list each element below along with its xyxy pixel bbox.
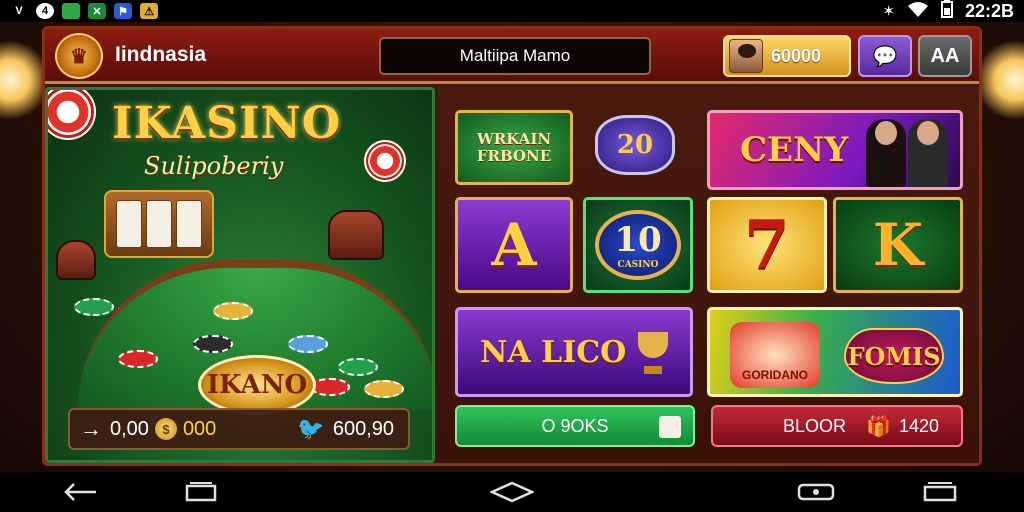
right-lamp [975, 40, 1024, 120]
chip-icon [364, 140, 406, 182]
chip-green [338, 358, 378, 376]
game-tile-wrkain[interactable]: WRKAIN FRBONE [455, 110, 573, 185]
chair-left [56, 240, 96, 280]
featured-subtitle: Sulipoberiy [144, 152, 284, 180]
tag-icon [659, 416, 681, 438]
app-4-icon: 4 [36, 3, 54, 19]
stat-value-1: 0,00 [110, 417, 149, 440]
chair-right [328, 210, 384, 260]
app-v-icon: V [15, 5, 23, 17]
app-game-icon [62, 3, 80, 19]
game-tile-20[interactable]: 20 [595, 115, 675, 175]
game-tile-k[interactable]: K [833, 197, 963, 293]
window-icon[interactable] [922, 480, 958, 510]
coin-icon: $ [154, 418, 177, 440]
fomis-title: FOMIS [844, 328, 944, 384]
ten-ring: 10 CASINO [595, 210, 681, 280]
game-tile-10[interactable]: 10 CASINO [583, 197, 693, 293]
game-tile-fomis[interactable]: GORIDANO FOMIS [707, 307, 963, 397]
app-warning-icon: ⚠ [140, 3, 158, 19]
hosts-image [862, 115, 952, 187]
game-tile-7[interactable]: 7 [707, 197, 827, 293]
back-icon[interactable] [64, 480, 98, 510]
ceny-title: CENY [740, 130, 849, 170]
featured-stats-bar[interactable]: → 0,00 $ 000 🐦 600,90 [68, 408, 410, 450]
stat-value-3: 600,90 [332, 417, 394, 440]
chat-icon: 💬 [872, 45, 898, 68]
reel [116, 200, 142, 248]
person [866, 119, 906, 187]
kano-badge: IKANO [198, 355, 316, 415]
ten-value: 10 [614, 220, 662, 260]
status-bar: V 4 ✕ ⚑ ⚠ ✶ 22:2B [0, 0, 1024, 22]
game-grid: WRKAIN FRBONE 20 CENY A 10 CASINO 7 K NA… [437, 87, 979, 463]
trophy-icon [638, 332, 668, 378]
reel [176, 200, 202, 248]
bird-icon: 🐦 [297, 416, 325, 441]
chip-blue [288, 335, 328, 353]
slot-machine-icon [104, 190, 214, 258]
featured-casino-panel[interactable]: IKASINO Sulipoberiy IKANO → 0,00 $ 000 🐦… [45, 87, 435, 463]
clock: 22:2B [964, 0, 1014, 21]
game-tile-a[interactable]: A [455, 197, 573, 293]
bloor-label: BLOOR [783, 415, 847, 436]
stat-value-2: 000 [182, 417, 217, 440]
game-tile-ceny[interactable]: CENY [707, 110, 963, 190]
cake-label: GORIDANO [730, 322, 820, 388]
books-label: O 9OKS [541, 415, 609, 436]
wifi-icon [907, 1, 929, 21]
bluetooth-off-icon: ✶ [882, 3, 895, 20]
bloor-button[interactable]: BLOOR 🎁 1420 [711, 405, 963, 447]
recents-icon[interactable] [184, 480, 218, 510]
chip-red [310, 378, 350, 396]
battery-icon [940, 0, 953, 22]
ten-subtitle: CASINO [617, 260, 659, 270]
chat-button[interactable]: 💬 [858, 35, 912, 77]
chip-icon [48, 90, 96, 140]
brand-name: Iindnasia [115, 43, 207, 66]
app-flag-icon: ⚑ [114, 3, 132, 19]
app-x-icon: ✕ [88, 3, 106, 19]
avatar[interactable] [729, 39, 763, 73]
arrow-right-icon: → [80, 416, 102, 441]
navigation-bar [0, 472, 1024, 512]
logo-icon[interactable]: ♛ [55, 33, 103, 79]
featured-title: IKASINO [112, 98, 342, 149]
language-button[interactable]: AA [918, 35, 972, 77]
balance-display[interactable]: 60000 [723, 35, 851, 77]
chip-gold [364, 380, 404, 398]
chip-green [74, 298, 114, 316]
search-field[interactable]: Maltiipa Mamo [379, 37, 651, 75]
chip-black [193, 335, 233, 353]
game-lobby-window: ♛ Iindnasia Maltiipa Mamo 60000 💬 AA IKA… [42, 26, 982, 466]
reel [146, 200, 172, 248]
books-button[interactable]: O 9OKS [455, 405, 695, 447]
chip-red [118, 350, 158, 368]
bloor-value: 1420 [898, 415, 939, 436]
screen: V 4 ✕ ⚑ ⚠ ✶ 22:2B ♛ Iindnasia Maltiipa M… [0, 0, 1024, 512]
chip-gold [213, 302, 253, 320]
screenshot-icon[interactable] [796, 480, 836, 510]
game-tile-naluco[interactable]: NA LICO [455, 307, 693, 397]
gift-icon: 🎁 [866, 415, 891, 438]
home-icon[interactable] [488, 480, 536, 510]
person [908, 119, 948, 187]
naluco-title: NA LICO [480, 334, 627, 370]
balance-value: 60000 [771, 45, 822, 66]
header-bar: ♛ Iindnasia Maltiipa Mamo 60000 💬 AA [45, 29, 979, 84]
